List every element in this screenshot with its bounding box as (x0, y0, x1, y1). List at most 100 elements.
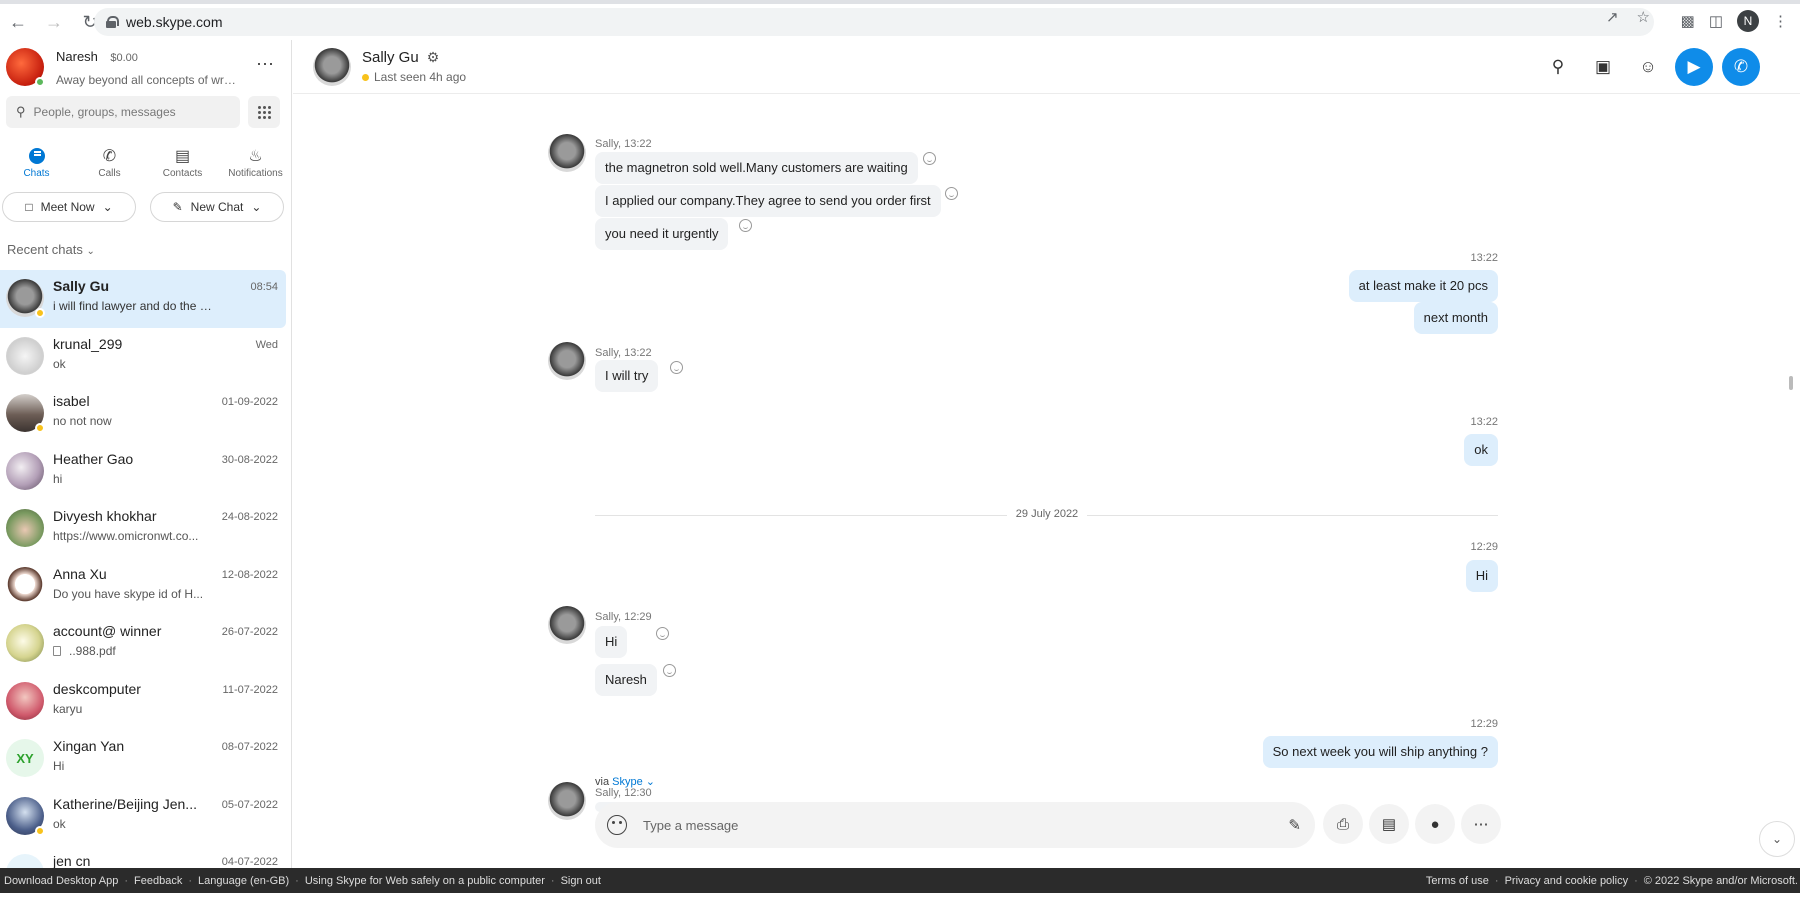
address-bar[interactable]: web.skype.com (94, 8, 1654, 36)
chat-item-heather-gao[interactable]: Heather Gao 30-08-2022 hi (0, 443, 286, 501)
reaction-smiley-icon[interactable] (945, 187, 958, 200)
share-file-icon[interactable]: ⎙ (1323, 804, 1363, 844)
more-options-icon[interactable]: ⋯ (1461, 804, 1501, 844)
sender-avatar[interactable] (548, 606, 586, 644)
chat-time: Wed (255, 338, 278, 351)
contact-card-icon[interactable]: ▤ (1369, 804, 1409, 844)
audio-call-button[interactable]: ✆ (1722, 48, 1760, 86)
chat-item-katherine[interactable]: Katherine/Beijing Jen... 05-07-2022 ok (0, 788, 286, 846)
chat-item-anna-xu[interactable]: Anna Xu 12-08-2022 Do you have skype id … (0, 558, 286, 616)
more-options-icon[interactable]: ⋯ (256, 54, 275, 75)
bookmark-star-icon[interactable]: ☆ (1637, 8, 1650, 26)
reaction-smiley-icon[interactable] (923, 152, 936, 165)
message-timeline[interactable]: Sally, 13:22 the magnetron sold well.Man… (293, 94, 1800, 857)
scrollbar-thumb[interactable] (1789, 376, 1793, 390)
message-bubble-outgoing[interactable]: ok (1464, 434, 1498, 466)
chat-item-divyesh[interactable]: Divyesh khokhar 24-08-2022 https://www.o… (0, 500, 286, 558)
reaction-smiley-icon[interactable] (656, 627, 669, 640)
tab-contacts[interactable]: ▤ Contacts (146, 144, 219, 179)
message-meta: 12:29 (1470, 718, 1498, 730)
search-icon[interactable]: ⚲ (1540, 49, 1576, 85)
chat-item-sally-gu[interactable]: Sally Gu 08:54 i will find lawyer and do… (0, 270, 286, 328)
reaction-smiley-icon[interactable] (663, 664, 676, 677)
message-bubble[interactable]: Hi (595, 626, 628, 658)
my-profile[interactable]: Naresh $0.00 Away beyond all concepts of… (6, 48, 241, 87)
my-avatar[interactable] (6, 48, 45, 87)
chat-item-xingan-yan[interactable]: XY Xingan Yan 08-07-2022 Hi (0, 730, 286, 788)
chat-name: Divyesh khokhar (53, 508, 157, 524)
share-icon[interactable]: ↗ (1606, 8, 1619, 26)
meet-now-button[interactable]: □ Meet Now ⌄ (2, 192, 136, 222)
message-bubble-outgoing[interactable]: at least make it 20 pcs (1348, 270, 1498, 302)
new-chat-label: New Chat (190, 200, 244, 214)
conversation-header: Sally Gu ⚙ Last seen 4h ago ⚲ ▣ ☺ ▶ ✆ (293, 40, 1800, 94)
away-status-icon (35, 825, 45, 836)
gear-icon[interactable]: ⚙ (427, 49, 440, 66)
back-icon[interactable]: ← (0, 4, 36, 40)
video-meet-icon: □ (25, 200, 33, 214)
footer-bar: Download Desktop App · Feedback · Language… (0, 868, 1800, 893)
reaction-smiley-icon[interactable] (670, 361, 683, 374)
chat-preview: https://www.omicronwt.co... (53, 529, 199, 543)
profile-avatar[interactable]: N (1737, 10, 1759, 32)
message-bubble[interactable]: I will try (595, 360, 659, 392)
side-panel-icon[interactable]: ◫ (1709, 12, 1723, 30)
tab-calls[interactable]: ✆ Calls (73, 144, 146, 179)
message-bubble[interactable]: you need it urgently (595, 218, 729, 250)
message-input-placeholder[interactable]: Type a message (643, 818, 1288, 833)
contact-name[interactable]: Sally Gu (362, 49, 419, 66)
message-bubble-outgoing[interactable]: So next week you will ship anything ? (1262, 736, 1498, 768)
sender-avatar[interactable] (548, 134, 586, 172)
video-call-button[interactable]: ▶ (1675, 48, 1713, 86)
bell-icon: ♨ (248, 148, 263, 165)
download-desktop-app-link[interactable]: Download Desktop App (4, 875, 118, 887)
public-computer-safety-link[interactable]: Using Skype for Web safely on a public c… (305, 875, 545, 887)
chevron-down-icon[interactable]: ⌄ (646, 776, 655, 788)
via-skype-label: via Skype ⌄ (595, 775, 655, 788)
file-name: ..988.pdf (69, 644, 116, 658)
contact-avatar[interactable] (313, 48, 351, 86)
message-bubble[interactable]: Naresh (595, 664, 657, 696)
chat-preview: ok (53, 356, 66, 371)
sender-avatar[interactable] (548, 342, 586, 380)
tab-calls-label: Calls (98, 168, 121, 179)
recent-chats-header[interactable]: Recent chats ⌄ (7, 242, 95, 257)
gallery-icon[interactable]: ▣ (1585, 49, 1621, 85)
search-input[interactable]: ⚲ People, groups, messages (6, 96, 240, 128)
emoji-icon[interactable] (607, 815, 627, 835)
extensions-icon[interactable]: ▩ (1681, 12, 1695, 30)
new-chat-button[interactable]: ✎ New Chat ⌄ (150, 192, 284, 222)
browser-menu-icon[interactable]: ⋮ (1773, 12, 1788, 30)
feedback-link[interactable]: Feedback (134, 875, 182, 887)
privacy-policy-link[interactable]: Privacy and cookie policy (1505, 875, 1629, 887)
chat-item-krunal[interactable]: krunal_299 Wed ok (0, 328, 286, 386)
terms-of-use-link[interactable]: Terms of use (1426, 875, 1489, 887)
forward-icon[interactable]: → (36, 4, 72, 40)
message-bubble-outgoing[interactable]: next month (1413, 302, 1498, 334)
sign-out-link[interactable]: Sign out (561, 875, 601, 887)
message-bubble[interactable]: I applied our company.They agree to send… (595, 185, 941, 217)
dialpad-icon[interactable] (248, 96, 280, 128)
language-link[interactable]: Language (en-GB) (198, 875, 289, 887)
reaction-smiley-icon[interactable] (739, 219, 752, 232)
chat-item-isabel[interactable]: isabel 01-09-2022 no not now (0, 385, 286, 443)
sidebar: Naresh $0.00 Away beyond all concepts of… (0, 40, 292, 892)
scroll-to-bottom-button[interactable]: ⌄ (1759, 821, 1795, 857)
compose-icon: ✎ (172, 200, 183, 214)
chat-item-account-winner[interactable]: account@ winner 26-07-2022 ..988.pdf (0, 615, 286, 673)
message-bubble-outgoing[interactable]: Hi (1465, 560, 1498, 592)
contacts-icon: ▤ (174, 148, 191, 165)
tab-chats[interactable]: Chats (0, 144, 73, 179)
chat-item-deskcomputer[interactable]: deskcomputer 11-07-2022 karyu (0, 673, 286, 731)
tab-notifications[interactable]: ♨ Notifications (219, 144, 292, 179)
microphone-icon[interactable]: ● (1415, 804, 1455, 844)
message-bubble[interactable]: the magnetron sold well.Many customers a… (595, 152, 918, 184)
via-text: via (595, 776, 610, 788)
chat-preview: hi (53, 471, 63, 486)
add-people-icon[interactable]: ☺ (1630, 49, 1666, 85)
chat-preview: Hi (53, 759, 65, 773)
pen-format-icon[interactable]: ✎ (1288, 816, 1301, 834)
via-skype-link[interactable]: Skype (612, 776, 643, 788)
sender-avatar[interactable] (548, 782, 586, 820)
message-composer[interactable]: Type a message ✎ (595, 802, 1315, 848)
